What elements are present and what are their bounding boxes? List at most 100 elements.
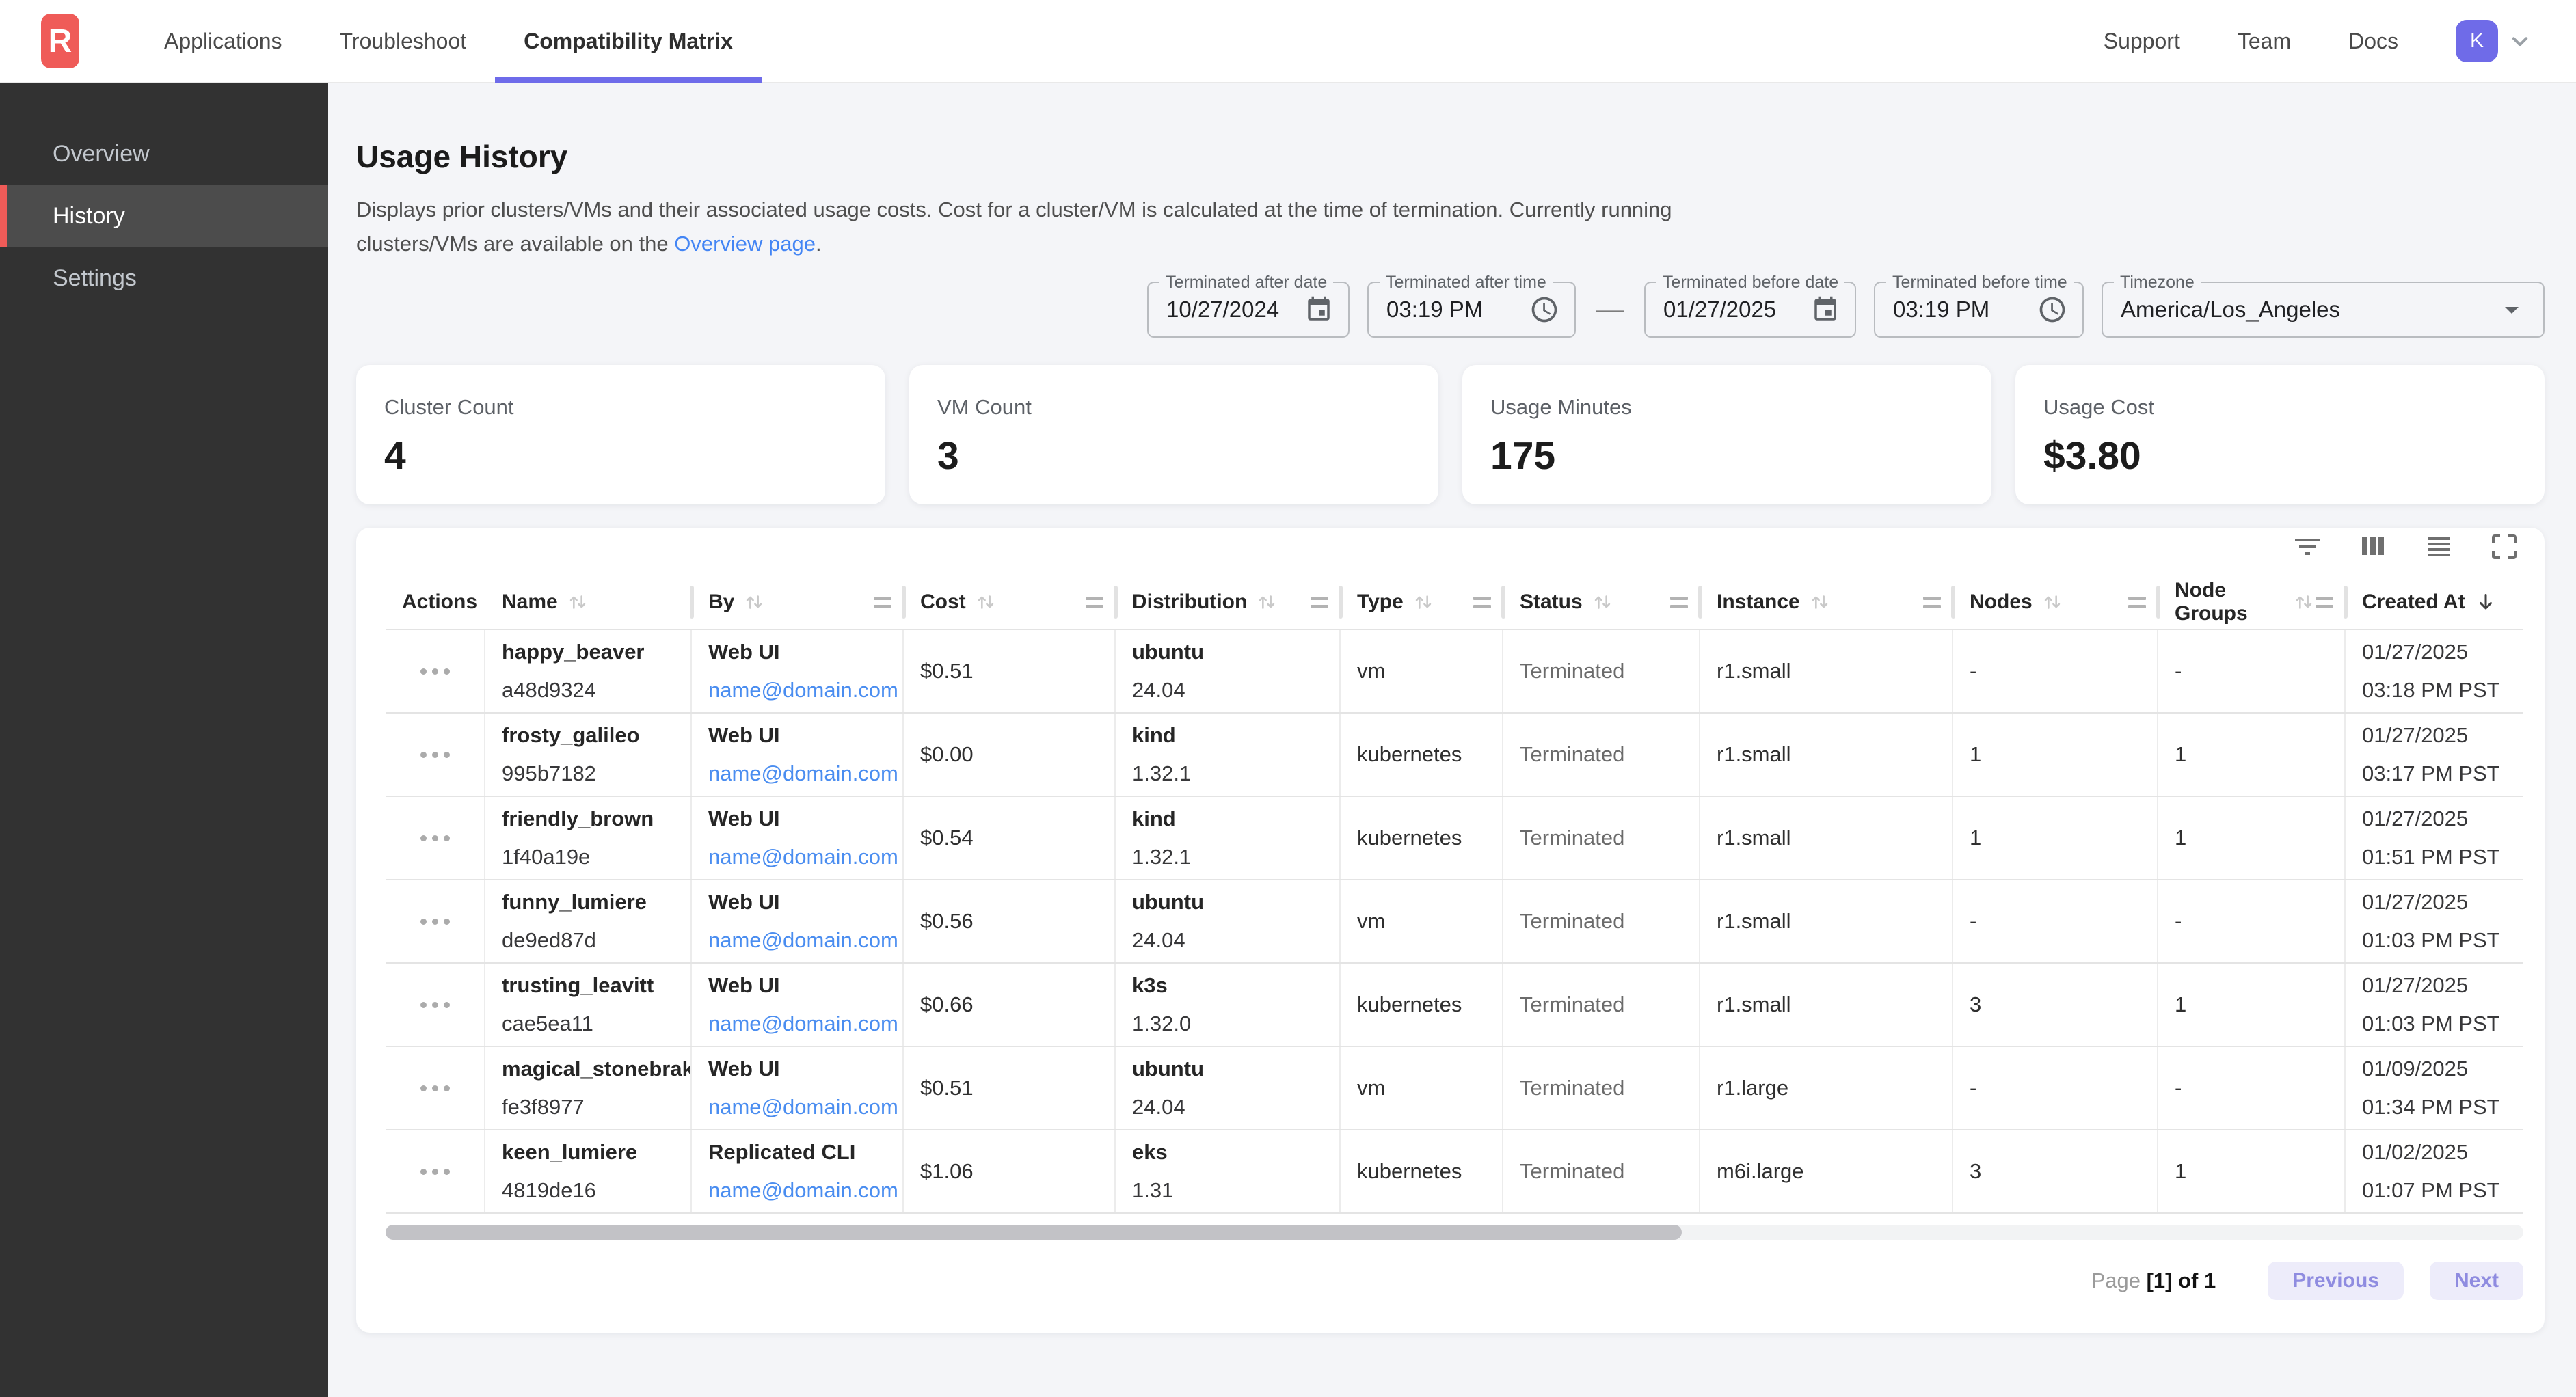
- primary-nav: Applications Troubleshoot Compatibility …: [135, 0, 762, 82]
- sort-desc-icon[interactable]: [2473, 590, 2498, 614]
- sort-icon[interactable]: [2292, 591, 2316, 614]
- terminated-before-date-field[interactable]: Terminated before date 01/27/2025: [1644, 282, 1856, 338]
- nodes-value: -: [1970, 909, 2157, 934]
- column-header-status[interactable]: Status: [1503, 575, 1700, 629]
- column-menu-icon[interactable]: [1311, 597, 1328, 608]
- created-by-email-link[interactable]: name@domain.com: [708, 928, 902, 953]
- more-actions-icon[interactable]: [414, 912, 457, 932]
- column-menu-icon[interactable]: [2128, 597, 2146, 608]
- created-time: 01:51 PM PST: [2362, 845, 2515, 869]
- column-header-type[interactable]: Type: [1341, 575, 1503, 629]
- column-header-created-at[interactable]: Created At: [2346, 575, 2515, 629]
- sort-icon[interactable]: [1808, 591, 1832, 614]
- created-date: 01/09/2025: [2362, 1057, 2515, 1081]
- column-menu-icon[interactable]: [874, 597, 891, 608]
- column-header-by[interactable]: By: [692, 575, 904, 629]
- filter-icon[interactable]: [2288, 528, 2326, 566]
- created-by-email-link[interactable]: name@domain.com: [708, 1178, 902, 1203]
- timezone-select[interactable]: Timezone America/Los_Angeles: [2102, 282, 2545, 338]
- row-actions-cell: [386, 714, 485, 796]
- more-actions-icon[interactable]: [414, 745, 457, 765]
- sort-icon[interactable]: [1591, 591, 1614, 614]
- fullscreen-icon[interactable]: [2485, 528, 2523, 566]
- cost-value: $0.51: [920, 1076, 1114, 1100]
- filter-bar: Terminated after date 10/27/2024 Termina…: [356, 282, 2545, 338]
- status-value: Terminated: [1520, 1076, 1699, 1100]
- table-row: magical_stonebrakerfe3f8977 Web UIname@d…: [386, 1047, 2523, 1130]
- previous-page-button[interactable]: Previous: [2268, 1262, 2404, 1300]
- more-actions-icon[interactable]: [414, 1162, 457, 1182]
- nodes-value: -: [1970, 1076, 2157, 1100]
- type-value: vm: [1357, 909, 1502, 934]
- nav-item-compatibility-matrix[interactable]: Compatibility Matrix: [495, 0, 762, 82]
- cost-value: $0.66: [920, 992, 1114, 1017]
- nav-item-applications[interactable]: Applications: [135, 0, 311, 82]
- chevron-down-icon[interactable]: [2505, 26, 2535, 56]
- column-header-node-groups[interactable]: Node Groups: [2158, 575, 2346, 629]
- stat-card-usage-minutes: Usage Minutes 175: [1462, 365, 1991, 504]
- created-by-email-link[interactable]: name@domain.com: [708, 845, 902, 869]
- columns-icon[interactable]: [2354, 528, 2392, 566]
- column-menu-icon[interactable]: [1086, 597, 1103, 608]
- created-by-source: Replicated CLI: [708, 1140, 902, 1165]
- created-by-email-link[interactable]: name@domain.com: [708, 678, 902, 703]
- calendar-icon[interactable]: [1811, 295, 1840, 324]
- more-actions-icon[interactable]: [414, 662, 457, 681]
- column-header-distribution[interactable]: Distribution: [1116, 575, 1341, 629]
- next-page-button[interactable]: Next: [2430, 1262, 2523, 1300]
- page-indicator: Page [1] of 1: [2091, 1269, 2216, 1293]
- table-toolbar: [386, 528, 2523, 566]
- nav-link-support[interactable]: Support: [2104, 29, 2180, 54]
- more-actions-icon[interactable]: [414, 1079, 457, 1098]
- nav-link-team[interactable]: Team: [2238, 29, 2291, 54]
- column-header-nodes[interactable]: Nodes: [1953, 575, 2158, 629]
- sort-icon[interactable]: [1255, 591, 1278, 614]
- sort-icon[interactable]: [1412, 591, 1435, 614]
- usage-history-table-card: Actions Name By Cost Distribution: [356, 528, 2545, 1333]
- created-by-email-link[interactable]: name@domain.com: [708, 1012, 902, 1036]
- field-value: 03:19 PM: [1893, 297, 1989, 323]
- density-icon[interactable]: [2419, 528, 2458, 566]
- calendar-icon[interactable]: [1304, 295, 1333, 324]
- column-menu-icon[interactable]: [1670, 597, 1688, 608]
- horizontal-scrollbar-thumb[interactable]: [386, 1225, 1682, 1240]
- overview-page-link[interactable]: Overview page: [674, 232, 816, 256]
- clock-icon[interactable]: [1529, 295, 1559, 325]
- clock-icon[interactable]: [2037, 295, 2067, 325]
- nav-item-troubleshoot[interactable]: Troubleshoot: [311, 0, 496, 82]
- created-by-email-link[interactable]: name@domain.com: [708, 1095, 902, 1120]
- sort-icon[interactable]: [2041, 591, 2064, 614]
- nav-link-docs[interactable]: Docs: [2348, 29, 2398, 54]
- nodes-value: 1: [1970, 826, 2157, 850]
- more-actions-icon[interactable]: [414, 828, 457, 848]
- avatar[interactable]: K: [2456, 20, 2498, 62]
- replicated-logo[interactable]: R: [41, 14, 79, 68]
- sidebar-item-overview[interactable]: Overview: [0, 123, 328, 185]
- distribution-version: 1.32.0: [1132, 1012, 1339, 1036]
- terminated-after-date-field[interactable]: Terminated after date 10/27/2024: [1147, 282, 1350, 338]
- dropdown-arrow-icon[interactable]: [2495, 293, 2528, 326]
- column-menu-icon[interactable]: [2316, 597, 2333, 608]
- column-header-name[interactable]: Name: [485, 575, 692, 629]
- sidebar-item-history[interactable]: History: [0, 185, 328, 247]
- terminated-after-time-field[interactable]: Terminated after time 03:19 PM: [1367, 282, 1576, 338]
- cluster-id: de9ed87d: [502, 928, 690, 953]
- sort-icon[interactable]: [566, 591, 589, 614]
- column-header-instance[interactable]: Instance: [1700, 575, 1953, 629]
- table-row: keen_lumiere4819de16 Replicated CLIname@…: [386, 1130, 2523, 1214]
- logo-letter: R: [49, 23, 72, 60]
- status-value: Terminated: [1520, 826, 1699, 850]
- sort-icon[interactable]: [974, 591, 997, 614]
- created-by-source: Web UI: [708, 723, 902, 748]
- sort-icon[interactable]: [742, 591, 766, 614]
- created-by-email-link[interactable]: name@domain.com: [708, 761, 902, 786]
- instance-value: m6i.large: [1717, 1159, 1952, 1184]
- created-date: 01/02/2025: [2362, 1140, 2515, 1165]
- column-menu-icon[interactable]: [1473, 597, 1491, 608]
- more-actions-icon[interactable]: [414, 995, 457, 1015]
- sidebar-item-settings[interactable]: Settings: [0, 247, 328, 310]
- stat-card-vm-count: VM Count 3: [909, 365, 1438, 504]
- column-header-cost[interactable]: Cost: [904, 575, 1116, 629]
- column-menu-icon[interactable]: [1923, 597, 1941, 608]
- terminated-before-time-field[interactable]: Terminated before time 03:19 PM: [1874, 282, 2084, 338]
